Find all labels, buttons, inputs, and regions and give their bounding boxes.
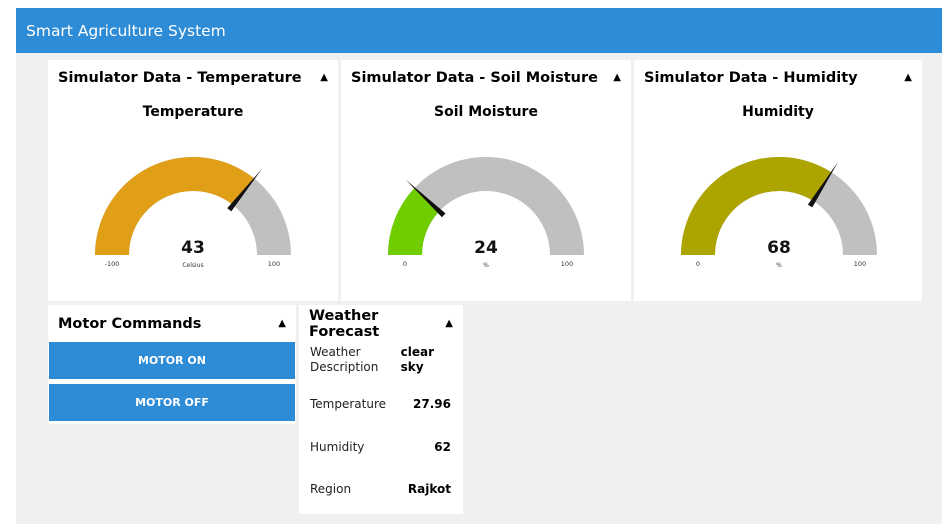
gauge-unit: Celsius bbox=[182, 262, 203, 269]
weather-description-row: Weather Description clear sky bbox=[299, 342, 463, 382]
gauge-max-label: 100 bbox=[268, 260, 280, 268]
motor-on-button[interactable]: MOTOR ON bbox=[49, 342, 295, 379]
app-header: Smart Agriculture System bbox=[16, 8, 942, 53]
app-title: Smart Agriculture System bbox=[26, 21, 226, 40]
gauge-value: 24 bbox=[474, 238, 498, 258]
caret-up-icon[interactable]: ▲ bbox=[613, 73, 621, 83]
region-row: Region Rajkot bbox=[299, 468, 463, 510]
gauge-max-label: 100 bbox=[854, 260, 866, 268]
panel-header[interactable]: Simulator Data - Temperature ▲ bbox=[48, 60, 338, 96]
weather-description-value: clear sky bbox=[400, 345, 434, 374]
humidity-row: Humidity 62 bbox=[299, 426, 463, 468]
gauge-min-label: 0 bbox=[696, 260, 700, 268]
gauge-title: Humidity bbox=[742, 104, 814, 120]
gauge-max-label: 100 bbox=[561, 260, 573, 268]
temperature-row: Temperature 27.96 bbox=[299, 382, 463, 426]
region-value: Rajkot bbox=[407, 481, 451, 496]
temperature-value: 27.96 bbox=[413, 396, 451, 411]
panel-title: Weather Forecast bbox=[309, 307, 380, 340]
caret-up-icon[interactable]: ▲ bbox=[904, 73, 912, 83]
humidity-label: Humidity bbox=[310, 439, 365, 454]
gauge-value: 68 bbox=[767, 238, 791, 258]
soil-moisture-panel: Simulator Data - Soil Moisture ▲ Soil Mo… bbox=[341, 60, 631, 301]
temperature-label: Temperature bbox=[310, 396, 387, 411]
dashboard: Smart Agriculture System Simulator Data … bbox=[16, 8, 942, 524]
gauge-min-label: 0 bbox=[403, 260, 407, 268]
humidity-value: 62 bbox=[434, 439, 451, 454]
temperature-gauge: 43 Celsius -100 100 bbox=[95, 157, 291, 269]
gauge-min-label: -100 bbox=[105, 260, 120, 268]
gauge-fill bbox=[681, 157, 832, 255]
caret-up-icon[interactable]: ▲ bbox=[278, 318, 286, 329]
panel-header[interactable]: Simulator Data - Soil Moisture ▲ bbox=[341, 60, 631, 96]
caret-up-icon[interactable]: ▲ bbox=[320, 73, 328, 83]
gauge-unit: % bbox=[483, 262, 489, 269]
humidity-panel: Simulator Data - Humidity ▲ Humidity 68%… bbox=[634, 60, 922, 301]
panel-title: Motor Commands bbox=[58, 315, 202, 332]
temperature-panel: Simulator Data - Temperature ▲ Temperatu… bbox=[48, 60, 338, 301]
panel-title: Simulator Data - Humidity bbox=[644, 70, 858, 86]
panel-header[interactable]: Motor Commands ▲ bbox=[48, 305, 296, 342]
gauge-title: Soil Moisture bbox=[434, 104, 538, 120]
gauge-unit: % bbox=[776, 262, 782, 269]
humidity-gauge: 68% 0 100 bbox=[681, 157, 877, 269]
motor-commands-panel: Motor Commands ▲ MOTOR ON MOTOR OFF bbox=[48, 305, 296, 424]
weather-forecast-panel: Weather Forecast ▲ Weather Description c… bbox=[299, 305, 463, 514]
panel-title: Simulator Data - Soil Moisture bbox=[351, 70, 598, 86]
weather-description-label: Weather Description bbox=[310, 345, 379, 374]
region-label: Region bbox=[310, 481, 352, 496]
gauge-title: Temperature bbox=[142, 104, 244, 120]
panel-header[interactable]: Simulator Data - Humidity ▲ bbox=[634, 60, 922, 96]
soil-moisture-gauge: 24% 0 100 bbox=[388, 157, 584, 269]
motor-off-button[interactable]: MOTOR OFF bbox=[49, 384, 295, 421]
panel-header[interactable]: Weather Forecast ▲ bbox=[299, 305, 463, 342]
gauge-value: 43 bbox=[181, 238, 205, 258]
caret-up-icon[interactable]: ▲ bbox=[445, 318, 453, 329]
panel-title: Simulator Data - Temperature bbox=[58, 70, 302, 86]
